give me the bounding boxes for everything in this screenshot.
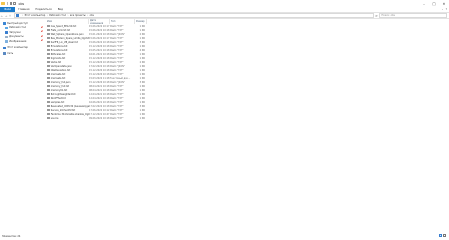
- file-icon: [47, 24, 50, 28]
- computer-icon: [16, 14, 19, 17]
- chevron-right-icon: ›: [87, 14, 89, 17]
- item-count: Элементов: 24: [2, 234, 21, 238]
- window-controls: – □ ✕: [419, 0, 449, 7]
- file-icon: [47, 60, 50, 64]
- file-icon: [47, 96, 50, 100]
- pin-icon: 📌: [40, 35, 44, 38]
- address-bar[interactable]: › Этот компьютер › Рабочий стол › все пр…: [14, 13, 374, 18]
- file-date: 09.06.2022 10:18: [89, 116, 110, 120]
- file-icon: [47, 116, 50, 120]
- pin-icon: 📌: [40, 26, 44, 29]
- file-icon: [47, 72, 50, 76]
- nav-item-label: Документы: [9, 35, 24, 39]
- file-icon: [47, 40, 50, 44]
- file-icon: [47, 88, 50, 92]
- nav-item-label: Этот компьютер: [7, 46, 28, 50]
- address-row: ← → ↑ › Этот компьютер › Рабочий стол › …: [0, 12, 449, 19]
- up-arrow-icon[interactable]: ↑: [8, 14, 12, 18]
- nav-item-label: Рабочий стол: [9, 26, 27, 30]
- search-placeholder: Поиск: obs: [381, 14, 395, 17]
- chevron-right-icon: ›: [22, 14, 23, 17]
- file-icon: [47, 84, 50, 88]
- navigation-pane: Быстрый доступ Рабочий стол 📌 Загрузки 📌 Доку…: [0, 19, 46, 232]
- file-icon: [47, 44, 50, 48]
- download-icon: [5, 31, 8, 34]
- file-row[interactable]: source 09.06.2022 10:18 Файл "TXT" 1 КБ: [46, 116, 449, 120]
- desktop-icon: [5, 26, 8, 29]
- file-icon: [47, 112, 50, 116]
- star-icon: [3, 22, 6, 25]
- breadcrumb-obs[interactable]: obs: [90, 14, 94, 17]
- details-view-icon[interactable]: [439, 234, 442, 237]
- file-icon: [47, 36, 50, 40]
- help-icon[interactable]: ?: [446, 8, 447, 11]
- file-icon: [47, 76, 50, 80]
- file-list: Имя Дата изменения Тип Размер Cas_Spent_…: [46, 19, 449, 232]
- nav-item[interactable]: Изображения 📌: [0, 39, 46, 44]
- nav-item-label: Быстрый доступ: [7, 21, 28, 25]
- file-icon: [47, 52, 50, 56]
- nav-item[interactable]: Сеть: [0, 51, 46, 56]
- network-icon: [3, 52, 6, 55]
- nav-item-label: Загрузки: [9, 30, 21, 34]
- file-size: 1 КБ: [139, 116, 145, 120]
- breadcrumb-desktop[interactable]: Рабочий стол: [49, 14, 66, 17]
- breadcrumb-projects[interactable]: все проекты: [70, 14, 86, 17]
- status-bar: Элементов: 24: [0, 232, 449, 240]
- file-icon: [47, 68, 50, 72]
- search-input[interactable]: Поиск: obs: [379, 13, 447, 18]
- nav-item-label: Сеть: [7, 51, 14, 55]
- file-name-text: source: [50, 116, 59, 120]
- file-type: Файл "TXT": [110, 116, 124, 120]
- file-icon: [47, 104, 50, 108]
- file-icon: [47, 56, 50, 60]
- pictures-icon: [5, 40, 8, 43]
- minimize-button[interactable]: –: [419, 0, 429, 7]
- file-icon: [47, 32, 50, 36]
- file-icon: [47, 48, 50, 52]
- file-icon: [47, 64, 50, 68]
- chevron-right-icon: ›: [67, 14, 69, 17]
- file-icon: [47, 28, 50, 32]
- file-icon: [47, 80, 50, 84]
- maximize-button[interactable]: □: [429, 0, 439, 7]
- nav-item[interactable]: Этот компьютер: [0, 46, 46, 51]
- expand-ribbon-icon[interactable]: ⌄: [441, 8, 443, 11]
- window-title: obs: [18, 1, 25, 6]
- new-folder-icon[interactable]: [13, 2, 16, 5]
- chevron-right-icon: ›: [46, 14, 48, 17]
- file-name: source: [46, 116, 89, 120]
- file-icon: [47, 108, 50, 112]
- folder-icon: [1, 2, 5, 5]
- view-toggle: [439, 234, 446, 237]
- pin-icon: 📌: [40, 40, 44, 43]
- computer-icon: [3, 46, 6, 49]
- close-button[interactable]: ✕: [439, 0, 449, 7]
- large-icons-view-icon[interactable]: [443, 234, 446, 237]
- file-rows: Cas_Spent_EPG-50.txt 15.06.2022 10:17 Файл…: [46, 24, 449, 120]
- title-bar: obs – □ ✕: [0, 0, 449, 7]
- pin-icon: 📌: [40, 31, 44, 34]
- file-icon: [47, 100, 50, 104]
- nav-item-label: Изображения: [9, 39, 27, 43]
- breadcrumb-this-pc[interactable]: Этот компьютер: [24, 14, 45, 17]
- properties-icon[interactable]: [9, 2, 12, 5]
- file-icon: [47, 92, 50, 96]
- toolbar-divider: [7, 2, 8, 5]
- quick-access-toolbar: [0, 2, 16, 5]
- documents-icon: [5, 35, 8, 38]
